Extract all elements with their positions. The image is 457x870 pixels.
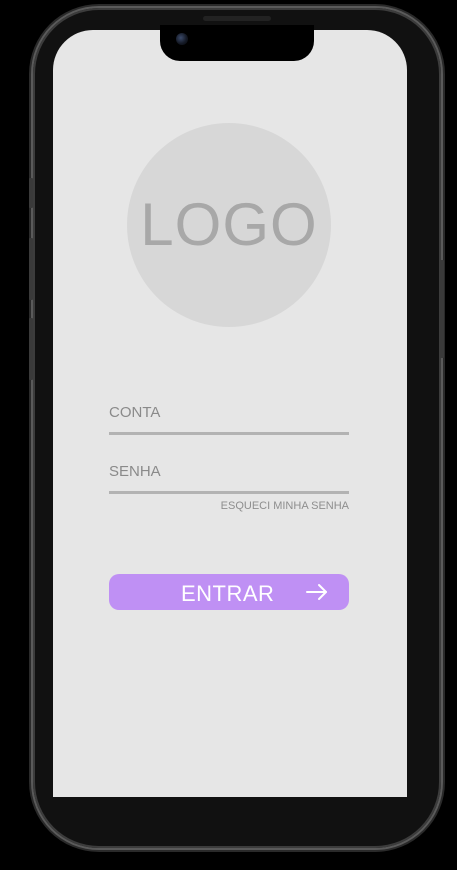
forgot-password-link[interactable]: ESQUECI MINHA SENHA [200, 500, 349, 512]
front-camera-icon [176, 33, 188, 45]
arrow-right-icon [306, 584, 327, 600]
speaker-grille [203, 16, 271, 21]
volume-up-button [29, 238, 33, 300]
account-field[interactable]: CONTA [109, 402, 349, 435]
power-button [440, 260, 444, 358]
mute-switch [29, 178, 33, 208]
enter-button-label: ENTRAR [181, 581, 275, 606]
password-field[interactable]: SENHA [109, 461, 349, 494]
enter-button[interactable]: ENTRAR [109, 574, 349, 610]
logo-placeholder: LOGO [127, 123, 331, 327]
account-input[interactable] [109, 402, 349, 432]
volume-down-button [29, 318, 33, 380]
password-input[interactable] [109, 461, 349, 491]
logo-text: LOGO [140, 191, 318, 258]
